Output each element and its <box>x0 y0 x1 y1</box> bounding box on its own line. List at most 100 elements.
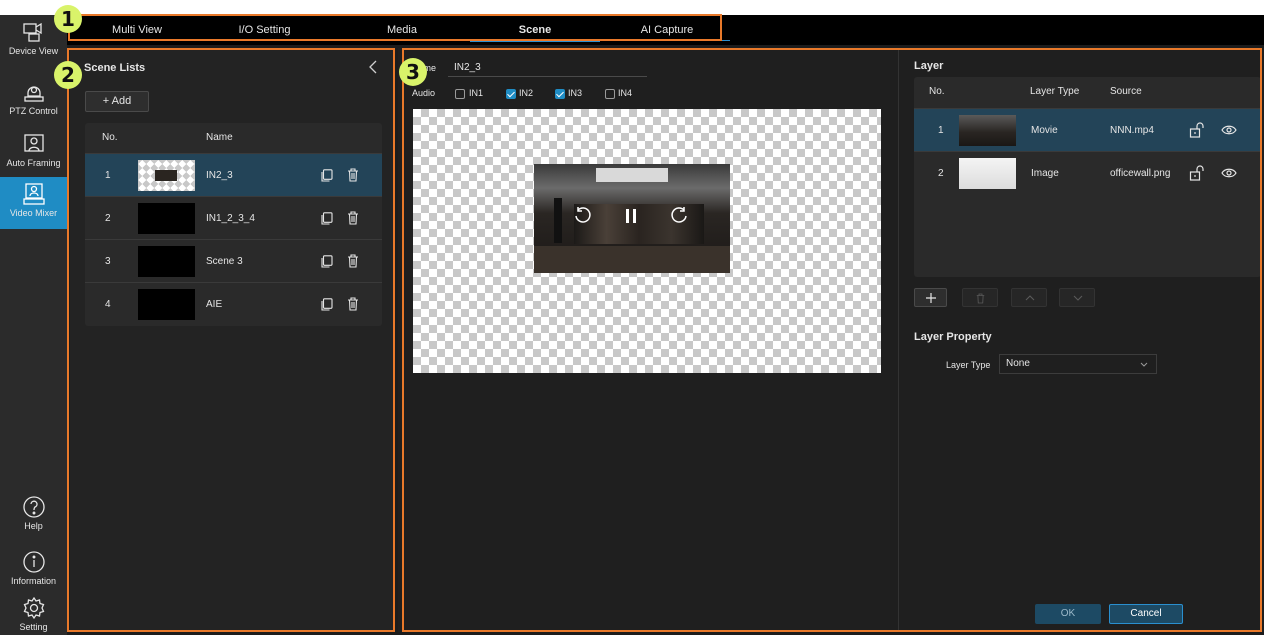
plus-icon <box>926 293 936 303</box>
scene-no: 4 <box>105 299 111 310</box>
add-layer-button[interactable] <box>914 288 947 307</box>
move-layer-down-button[interactable] <box>1059 288 1095 307</box>
layer-thumbnail <box>959 158 1016 189</box>
scene-thumbnail <box>138 289 195 320</box>
forward-10-icon[interactable] <box>670 206 690 226</box>
visibility-eye-icon[interactable] <box>1221 167 1237 179</box>
layer-title: Layer <box>914 60 944 72</box>
help-icon <box>22 496 45 518</box>
chevron-down-icon <box>1140 362 1148 367</box>
layer-type: Image <box>1031 168 1059 179</box>
scene-thumbnail <box>138 203 195 234</box>
auto-framing-icon <box>23 134 44 152</box>
scene-preview-canvas[interactable] <box>413 109 881 373</box>
layer-type-value: None <box>1006 358 1030 369</box>
scene-thumbnail <box>138 160 195 191</box>
scene-row-3[interactable]: 3 Scene 3 <box>85 239 382 282</box>
audio-in2-label: IN2 <box>519 88 534 98</box>
copy-icon[interactable] <box>321 169 333 182</box>
trash-icon[interactable] <box>347 211 359 225</box>
scene-no: 2 <box>105 213 111 224</box>
tab-media[interactable]: Media <box>342 15 462 45</box>
active-tab-indicator <box>470 40 600 42</box>
scene-name: IN1_2_3_4 <box>206 213 255 224</box>
layer-row-2[interactable]: 2 Image officewall.png <box>914 151 1261 194</box>
information-icon <box>22 551 45 573</box>
audio-in2-checkbox[interactable] <box>506 89 516 99</box>
nav-label: Information <box>10 576 57 586</box>
audio-label: Audio <box>412 88 436 98</box>
scene-thumbnail <box>138 246 195 277</box>
chevron-down-icon <box>1073 295 1083 301</box>
nav-label: Device View <box>8 46 59 56</box>
collapse-chevron-icon[interactable] <box>368 59 378 75</box>
layer-property-title: Layer Property <box>914 331 992 343</box>
callout-badge-3: 3 <box>399 58 427 86</box>
audio-in4-label: IN4 <box>618 88 633 98</box>
tab-multi-view[interactable]: Multi View <box>87 15 187 45</box>
audio-in3-label: IN3 <box>568 88 583 98</box>
scene-row-4[interactable]: 4 AIE <box>85 282 382 325</box>
unlock-icon[interactable] <box>1189 165 1205 181</box>
layer-row-1[interactable]: 1 Movie NNN.mp4 <box>914 108 1261 151</box>
nav-label: Setting <box>19 622 48 632</box>
scene-row-2[interactable]: 2 IN1_2_3_4 <box>85 196 382 239</box>
ptz-control-icon <box>23 86 44 102</box>
layer-thumbnail <box>959 115 1016 146</box>
nav-help[interactable]: Help <box>0 490 67 540</box>
nav-label: Video Mixer <box>9 208 58 218</box>
scene-editor-panel: Name IN2_3 Audio IN1 IN2 IN3 IN4 <box>398 48 898 632</box>
callout-badge-1: 1 <box>54 5 82 33</box>
delete-layer-button[interactable] <box>962 288 998 307</box>
layer-table: No. Layer Type Source 1 Movie NNN.mp4 2 … <box>914 77 1261 277</box>
cancel-button[interactable]: Cancel <box>1109 604 1183 624</box>
add-scene-button[interactable]: + Add <box>85 91 149 112</box>
copy-icon[interactable] <box>321 212 333 225</box>
layer-type-label: Layer Type <box>946 360 991 370</box>
scene-list-title: Scene Lists <box>84 62 146 74</box>
video-mixer-icon <box>22 183 45 205</box>
chevron-up-icon <box>1025 295 1035 301</box>
ok-button[interactable]: OK <box>1035 604 1101 624</box>
tab-divider-line <box>600 40 730 41</box>
unlock-icon[interactable] <box>1189 122 1205 138</box>
audio-in3-checkbox[interactable] <box>555 89 565 99</box>
copy-icon[interactable] <box>321 298 333 311</box>
layer-type-select[interactable]: None <box>999 354 1157 374</box>
scene-list-panel: Scene Lists + Add No. Name 1 IN2_3 2 IN1… <box>70 48 395 632</box>
nav-video-mixer[interactable]: Video Mixer <box>0 177 67 229</box>
column-header-name: Name <box>206 132 233 143</box>
layer-source: officewall.png <box>1110 168 1171 179</box>
layer-type: Movie <box>1031 125 1058 136</box>
trash-icon[interactable] <box>347 168 359 182</box>
audio-in4-checkbox[interactable] <box>605 89 615 99</box>
visibility-eye-icon[interactable] <box>1221 124 1237 136</box>
pause-icon[interactable] <box>624 208 638 224</box>
scene-no: 3 <box>105 256 111 267</box>
rewind-10-icon[interactable] <box>572 206 592 226</box>
nav-label: PTZ Control <box>9 106 58 116</box>
scene-name-input[interactable]: IN2_3 <box>448 58 647 77</box>
audio-in1-label: IN1 <box>469 88 484 98</box>
scene-row-1[interactable]: 1 IN2_3 <box>85 153 382 196</box>
layer-no: 1 <box>938 125 944 136</box>
copy-icon[interactable] <box>321 255 333 268</box>
nav-information[interactable]: Information <box>0 545 67 595</box>
scene-table: No. Name 1 IN2_3 2 IN1_2_3_4 3 Scene 3 4… <box>85 123 382 326</box>
move-layer-up-button[interactable] <box>1011 288 1047 307</box>
scene-name: Scene 3 <box>206 256 243 267</box>
column-header-no: No. <box>929 86 945 97</box>
layer-panel: Layer No. Layer Type Source 1 Movie NNN.… <box>898 48 1264 632</box>
column-header-layer-type: Layer Type <box>1030 86 1080 97</box>
nav-setting[interactable]: Setting <box>0 593 67 635</box>
column-header-source: Source <box>1110 86 1142 97</box>
trash-icon[interactable] <box>347 297 359 311</box>
trash-icon[interactable] <box>347 254 359 268</box>
left-nav: Device View PTZ Control Auto Framing Vid… <box>0 15 67 635</box>
nav-auto-framing[interactable]: Auto Framing <box>0 127 67 177</box>
tab-io-setting[interactable]: I/O Setting <box>207 15 322 45</box>
movie-layer-preview[interactable] <box>534 164 730 273</box>
trash-icon <box>976 293 985 304</box>
scene-name: AIE <box>206 299 223 310</box>
audio-in1-checkbox[interactable] <box>455 89 465 99</box>
